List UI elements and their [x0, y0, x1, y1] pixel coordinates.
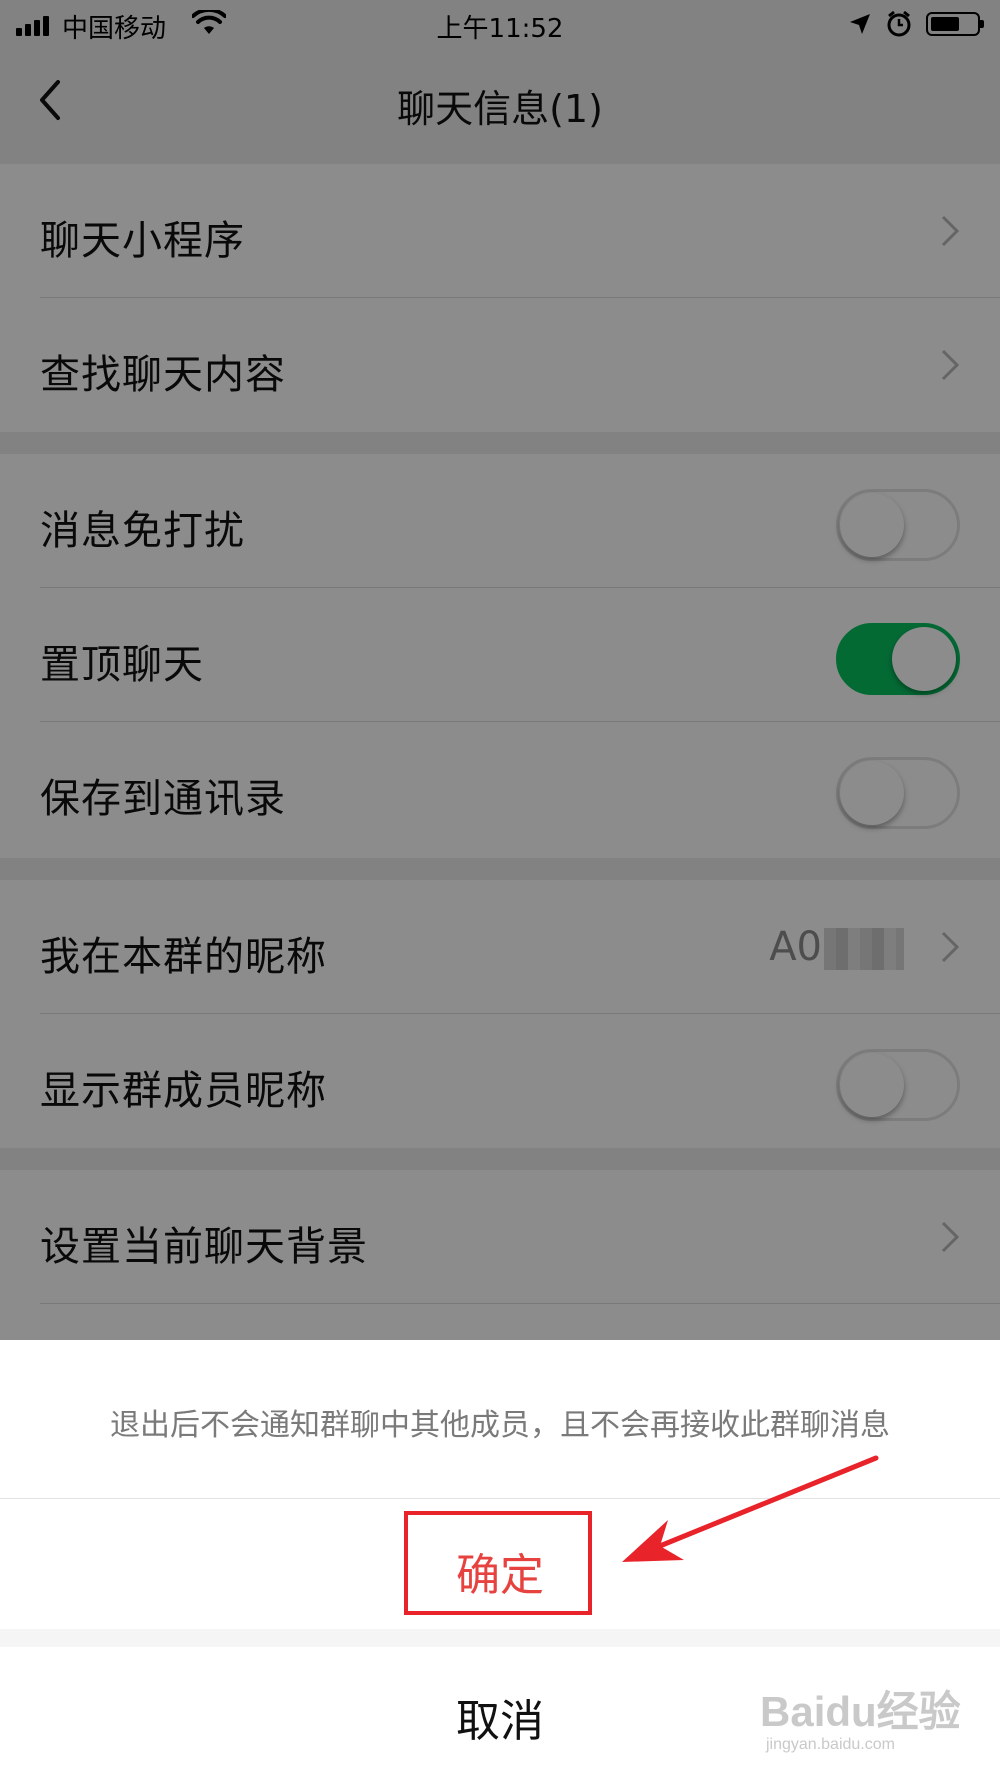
annotation-arrow-icon [622, 1455, 879, 1562]
dim-overlay[interactable] [0, 0, 1000, 1340]
baidu-watermark: Baidu经验 jingyan.baidu.com [760, 1660, 980, 1760]
watermark-url: jingyan.baidu.com [766, 1736, 895, 1753]
chat-info-screen: 中国移动 上午11:52 聊天信息(1) 聊天小程序 查找聊天内容 消息免打扰 … [0, 0, 1000, 1778]
watermark-brand: Baidu经验 [760, 1688, 961, 1735]
annotation-highlight-box [404, 1511, 592, 1615]
action-sheet-message-text: 退出后不会通知群聊中其他成员，且不会再接收此群聊消息 [110, 1408, 890, 1443]
